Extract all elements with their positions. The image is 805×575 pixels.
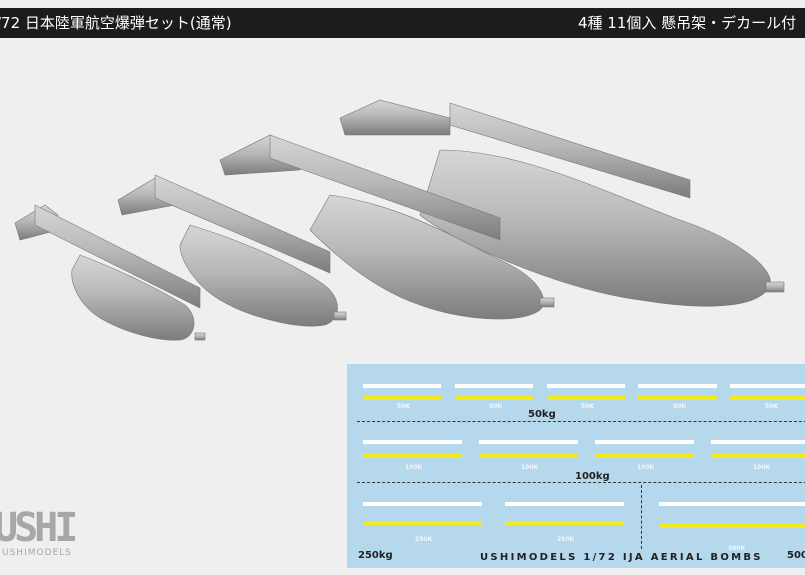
section-label-50kg: 50kg: [528, 409, 556, 420]
decal-caption: USHIMODELS 1/72 IJA AERIAL BOMBS: [480, 552, 763, 563]
section-label-100kg: 100kg: [575, 471, 610, 482]
decal-label: 100K: [637, 464, 655, 471]
decal-label: 50K: [765, 403, 778, 410]
section-label-500kg: 500kg: [787, 550, 805, 561]
logo-mark: USHI: [0, 505, 78, 551]
decal-label: 250K: [415, 536, 433, 543]
ushimodels-logo: USHI USHIMODELS: [0, 505, 78, 558]
decal-label: 250K: [557, 536, 575, 543]
decal-label: 50K: [673, 403, 686, 410]
decal-label: 50K: [397, 403, 410, 410]
section-label-250kg: 250kg: [358, 550, 393, 561]
decal-label: 500K: [728, 545, 746, 552]
decal-label: 100K: [521, 464, 539, 471]
logo-name: USHIMODELS: [2, 548, 72, 558]
decal-label: 100K: [405, 464, 423, 471]
decal-label: 100K: [753, 464, 771, 471]
bomb-50kg: [14, 204, 206, 341]
decal-label: 50K: [581, 403, 594, 410]
decal-sheet: 50K 50K 50K 50K 50K 50kg 100K 100K 100K …: [347, 364, 805, 568]
decal-label: 50K: [489, 403, 502, 410]
